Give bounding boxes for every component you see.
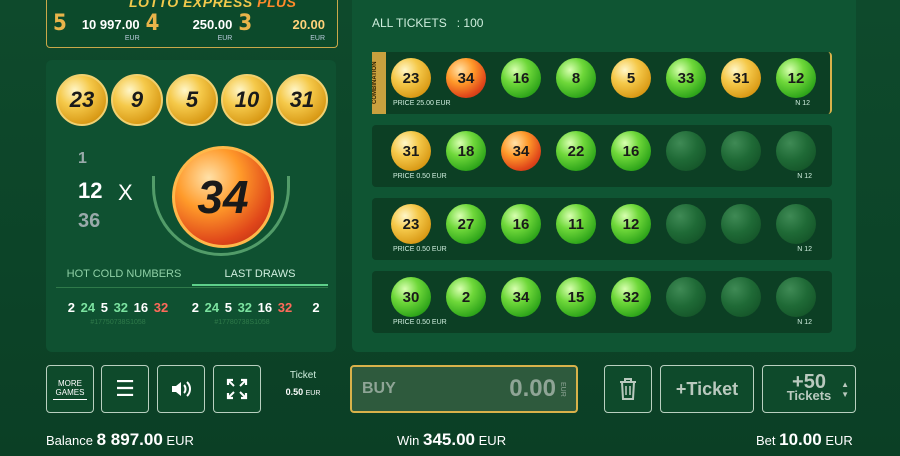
ticket-ball-empty: [666, 131, 706, 171]
tab-last-draws[interactable]: LAST DRAWS: [192, 264, 328, 286]
last-draw: 2: [312, 300, 320, 315]
ticket-ball: 2: [446, 277, 486, 317]
current-ball: 34: [172, 146, 274, 248]
ticket-price-text: PRICE 0.50 EUR: [393, 319, 447, 326]
drawn-ball: 31: [276, 74, 328, 126]
counter-next: 36: [78, 210, 101, 232]
buy-currency: EUR: [559, 381, 566, 397]
hamburger-icon: ☰: [115, 376, 135, 401]
ticket-card[interactable]: 23 27 16 11 12 PRICE 0.50 EUR N 12: [372, 198, 832, 260]
ticket-price-text: PRICE 0.50 EUR: [393, 246, 447, 253]
ticket-ball: 18: [446, 131, 486, 171]
tab-hot-cold[interactable]: HOT COLD NUMBERS: [56, 264, 192, 286]
ticket-ball: 27: [446, 204, 486, 244]
add-50-tickets-button[interactable]: +50 Tickets ▲ ▼: [762, 365, 856, 413]
plus50-sublabel: Tickets: [786, 388, 832, 403]
last-draw: 2 24 5 32 16 32 #17750738S1058: [67, 300, 169, 326]
ticket-ball-empty: [721, 204, 761, 244]
win-display: Win 345.00 EUR: [397, 430, 507, 449]
ticket-ball-empty: [666, 277, 706, 317]
drawn-ball: 23: [56, 74, 108, 126]
buy-label: BUY: [362, 380, 396, 397]
balance-display: Balance 8 897.00 EUR: [46, 430, 194, 449]
last-draws-list: 2 24 5 32 16 32 #17750738S1058 2 24 5 32…: [56, 300, 328, 340]
combination-tag: COMBINATION: [372, 52, 386, 114]
ticket-ball-empty: [721, 277, 761, 317]
tabs-divider: [56, 287, 328, 288]
ticket-n-label: N 12: [797, 173, 812, 180]
ticket-ball: 8: [556, 58, 596, 98]
ticket-card[interactable]: 30 2 34 15 32 PRICE 0.50 EUR N 12: [372, 271, 832, 333]
ticket-ball: 23: [391, 58, 431, 98]
ticket-ball: 16: [501, 58, 541, 98]
ticket-ball: 23: [391, 204, 431, 244]
ticket-ball-empty: [776, 204, 816, 244]
buy-button[interactable]: BUY 0.00 EUR: [350, 365, 578, 413]
ticket-n-label: N 12: [795, 100, 810, 107]
ticket-ball: 16: [611, 131, 651, 171]
ticket-ball: 12: [776, 58, 816, 98]
ticket-ball: 30: [391, 277, 431, 317]
fullscreen-button[interactable]: [213, 365, 261, 413]
drawn-ball: 5: [166, 74, 218, 126]
last-draw: 2 24 5 32 16 32 #17780738S1058: [191, 300, 293, 326]
ticket-ball: 31: [721, 58, 761, 98]
ticket-price-text: PRICE 25.00 EUR: [393, 100, 451, 107]
ticket-price[interactable]: Ticket 0.50 EUR: [272, 370, 334, 397]
ticket-ball: 34: [501, 131, 541, 171]
ticket-ball: 22: [556, 131, 596, 171]
ticket-ball-empty: [776, 277, 816, 317]
clear-tickets-button[interactable]: [604, 365, 652, 413]
ticket-ball-empty: [776, 131, 816, 171]
ticket-card[interactable]: 31 18 34 22 16 PRICE 0.50 EUR N 12: [372, 125, 832, 187]
add-ticket-button[interactable]: +Ticket: [660, 365, 754, 413]
multiply-sign: X: [118, 180, 133, 205]
ticket-ball: 34: [501, 277, 541, 317]
trash-icon: [620, 378, 636, 400]
ticket-price-value: 0.50 EUR: [285, 387, 321, 397]
jackpot-3: 3 20.00 EUR: [238, 11, 326, 42]
counter-current: 12: [78, 178, 103, 203]
counter-prev: 1: [78, 150, 87, 167]
ticket-ball: 34: [446, 58, 486, 98]
jackpot-bar: LOTTO EXPRESS PLUS 5 10 997.00 EUR 4 250…: [46, 0, 338, 48]
more-games-button[interactable]: MORE GAMES: [46, 365, 94, 413]
drawn-ball: 10: [221, 74, 273, 126]
stepper-arrows-icon[interactable]: ▲ ▼: [841, 380, 849, 400]
ticket-card[interactable]: COMBINATION 23 34 16 8 5 33 31 12 PRICE 25.00 EUR…: [372, 52, 832, 114]
jackpot-4: 4 250.00 EUR: [145, 11, 233, 42]
ticket-ball-empty: [721, 131, 761, 171]
jackpot-5: 5 10 997.00 EUR: [53, 11, 140, 42]
speaker-icon: [172, 381, 191, 397]
ticket-ball: 5: [611, 58, 651, 98]
ticket-ball-empty: [666, 204, 706, 244]
ticket-n-label: N 12: [797, 319, 812, 326]
more-games-label: MORE GAMES: [53, 379, 87, 400]
ticket-ball: 31: [391, 131, 431, 171]
ticket-n-label: N 12: [797, 246, 812, 253]
menu-button[interactable]: ☰: [101, 365, 149, 413]
ticket-ball: 16: [501, 204, 541, 244]
all-tickets-label: ALL TICKETS : 100: [372, 16, 484, 30]
bet-display: Bet 10.00 EUR: [756, 430, 853, 449]
ticket-ball: 12: [611, 204, 651, 244]
ticket-price-text: PRICE 0.50 EUR: [393, 173, 447, 180]
fullscreen-icon: [226, 378, 248, 400]
ticket-price-label: Ticket: [289, 370, 317, 381]
ticket-ball: 11: [556, 204, 596, 244]
sound-button[interactable]: [157, 365, 205, 413]
draw-tabs: HOT COLD NUMBERS LAST DRAWS: [56, 264, 328, 286]
ticket-ball: 33: [666, 58, 706, 98]
buy-amount: 0.00: [509, 375, 556, 402]
ticket-ball: 15: [556, 277, 596, 317]
ticket-ball: 32: [611, 277, 651, 317]
plus50-label: +50: [792, 371, 826, 393]
drawn-ball: 9: [111, 74, 163, 126]
